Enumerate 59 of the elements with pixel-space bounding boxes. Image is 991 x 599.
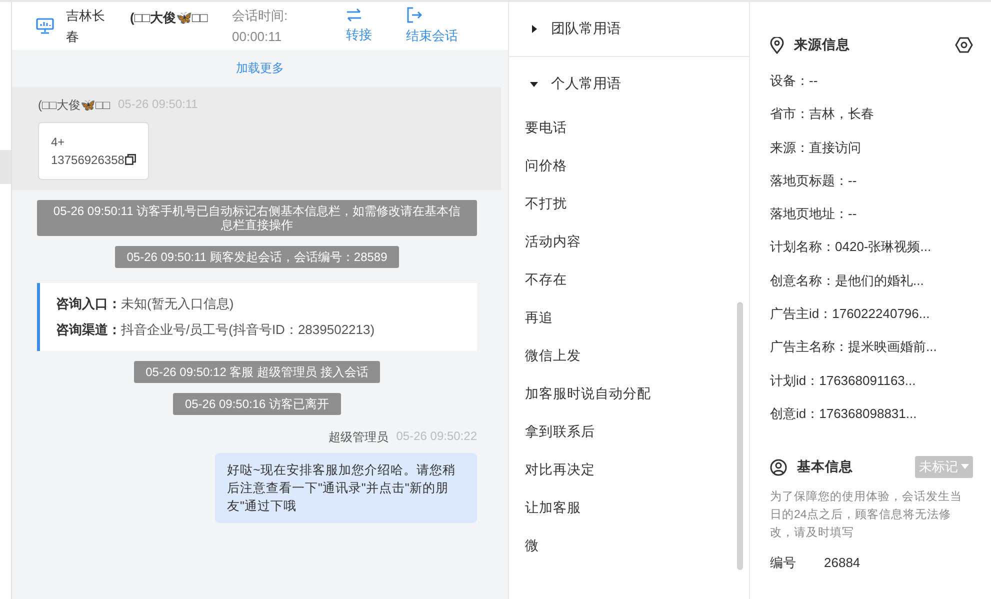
entry-value: 抖音企业号/员工号(抖音号ID：2839502213)	[121, 322, 375, 337]
source-field: 广告主id：176022240796...	[770, 297, 973, 330]
visitor-name: (□□大俊🦋□□	[130, 10, 208, 26]
message-bubble: 好哒~现在安排客服加您介绍哈。请您稍后注意查看一下"通讯录"并点击"新的朋友"通过下哦	[215, 453, 477, 523]
field-label: 编号	[770, 554, 797, 572]
entry-value: 未知(暂无入口信息)	[121, 296, 234, 311]
session-timer: 00:00:11	[232, 28, 283, 46]
visitor-location: 吉林长春	[66, 7, 106, 46]
phrase-group-title: 团队常用语	[551, 20, 621, 38]
phrase-item[interactable]: 再追	[509, 299, 749, 337]
phrase-item[interactable]: 不打扰	[509, 185, 749, 223]
user-icon	[770, 458, 787, 476]
monitor-icon	[36, 18, 54, 34]
settings-icon[interactable]	[955, 36, 973, 54]
entry-label: 咨询入口：	[56, 296, 121, 311]
phrase-item[interactable]: 活动内容	[509, 223, 749, 261]
phrase-item[interactable]: 要电话	[509, 109, 749, 147]
section-title: 来源信息	[794, 36, 851, 54]
exit-icon	[406, 7, 422, 23]
sender-name: (□□大俊🦋□□	[38, 97, 110, 114]
phrase-item[interactable]: 拿到联系后	[509, 413, 749, 451]
location-pin-icon	[770, 36, 784, 54]
system-notice: 05-26 09:50:11 访客手机号已自动标记右侧基本信息栏，如需修改请在基本信息栏直接操作	[37, 200, 477, 236]
system-notice: 05-26 09:50:12 客服 超级管理员 接入会话	[134, 361, 380, 383]
phrase-item[interactable]: 让加客服	[509, 489, 749, 527]
system-notice: 05-26 09:50:16 访客已离开	[172, 393, 342, 415]
phrase-item[interactable]: 微信上发	[509, 337, 749, 375]
source-field: 广告主名称：提米映画婚前...	[770, 330, 973, 364]
message-text: 4+	[51, 134, 66, 151]
phrase-item[interactable]: 对比再决定	[509, 451, 749, 489]
source-field: 省市：吉林，长春	[770, 97, 973, 131]
source-field: 落地页标题：--	[770, 164, 973, 198]
entry-label: 咨询渠道：	[56, 322, 121, 337]
section-title: 基本信息	[797, 458, 854, 476]
sender-name: 超级管理员	[328, 429, 388, 446]
source-field: 设备：--	[770, 64, 973, 98]
phrase-item[interactable]: 问价格	[509, 147, 749, 185]
source-field: 创意id：176368098831...	[770, 396, 973, 430]
message-text: 13756926358	[51, 151, 136, 169]
phrase-item[interactable]: 不存在	[509, 261, 749, 299]
source-field: 计划id：176368091163...	[770, 364, 973, 397]
copy-icon[interactable]	[125, 154, 136, 165]
caret-icon	[961, 464, 969, 470]
phrase-group-header[interactable]: 个人常用语	[509, 57, 749, 111]
system-notice: 05-26 09:50:11 顾客发起会话，会话编号：28589	[114, 246, 400, 268]
phrase-group-header[interactable]: 团队常用语	[509, 2, 749, 57]
source-field: 来源：直接访问	[770, 130, 973, 164]
hint-text: 为了保障您的使用体验，会话发生当日的24点之后，顾客信息将无法修改，请及时填写	[770, 490, 963, 542]
source-field: 落地页地址：--	[770, 197, 973, 230]
timer-label: 会话时间:	[232, 7, 289, 25]
swap-arrows-icon	[346, 8, 362, 22]
phrase-item[interactable]: 微	[509, 527, 749, 565]
phrase-item[interactable]: 加客服时说自动分配	[509, 375, 749, 413]
field-value: 26884	[824, 555, 860, 570]
scrollbar[interactable]	[737, 302, 743, 570]
phrase-group-title: 个人常用语	[551, 75, 621, 93]
message-time: 05-26 09:50:22	[396, 429, 477, 445]
source-field: 创意名称：是他们的婚礼...	[770, 264, 973, 298]
source-field: 计划名称：0420-张琳视频...	[770, 230, 973, 264]
